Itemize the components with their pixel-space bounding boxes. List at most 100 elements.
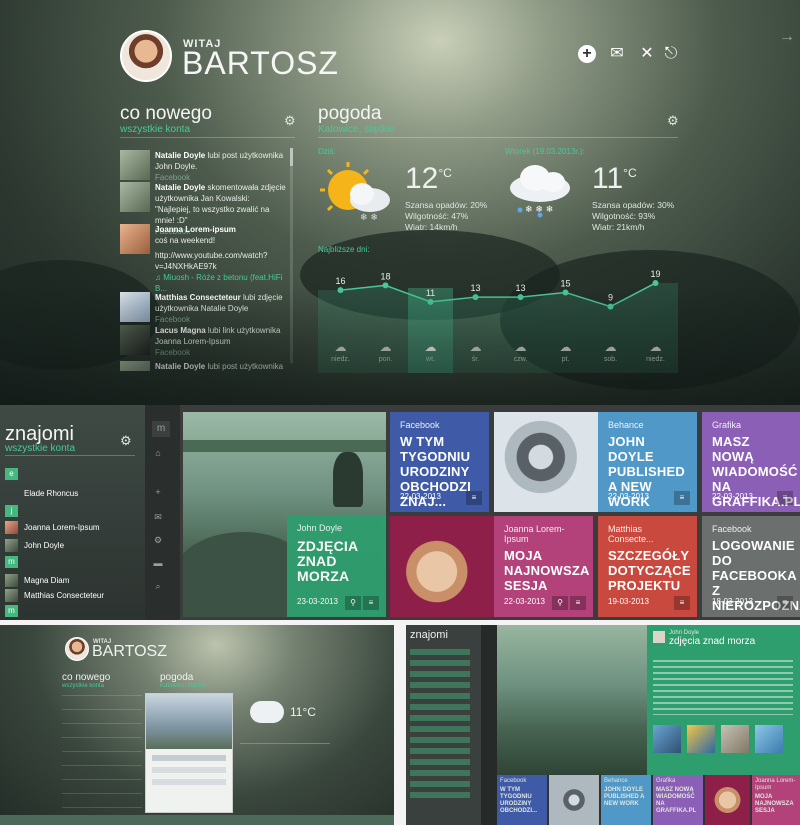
forecast-chart: 16 18 11 13 13 15 9 19 bbox=[318, 258, 678, 373]
preview-thumb[interactable] bbox=[687, 725, 715, 753]
tile-menu-icon[interactable]: ≡ bbox=[777, 596, 793, 610]
preview-popup-card[interactable] bbox=[145, 693, 233, 813]
preview-detail-title: zdjęcia znad morza bbox=[669, 636, 756, 647]
tile-menu-icon[interactable]: ≡ bbox=[363, 596, 379, 610]
today-unit: °C bbox=[438, 166, 452, 180]
forecast-point[interactable] bbox=[337, 287, 344, 294]
friend-name[interactable]: Elade Rhoncus bbox=[24, 489, 78, 498]
upcoming-label: Najbliższe dni: bbox=[318, 245, 370, 254]
settings-icon[interactable]: ⚙ bbox=[150, 535, 166, 546]
feed-item[interactable]: Natalie Doyle lubi post użytkownika John bbox=[120, 361, 286, 371]
mail-icon[interactable]: ✉ bbox=[605, 45, 629, 63]
forecast-point[interactable] bbox=[427, 298, 434, 305]
feed-author[interactable]: Natalie Doyle bbox=[155, 362, 205, 371]
day-label[interactable]: sob. bbox=[593, 356, 629, 363]
preview-tile[interactable]: Facebook W TYM TYGODNIU URODZINY OBCHODZI… bbox=[497, 775, 547, 825]
tile-menu-icon[interactable]: ≡ bbox=[570, 596, 586, 610]
tile-portrait-photo[interactable] bbox=[390, 516, 494, 617]
forecast-point[interactable] bbox=[607, 303, 614, 310]
trash-icon[interactable]: ▬ bbox=[150, 558, 166, 568]
preview-thumb[interactable] bbox=[653, 725, 681, 753]
tile-category: Facebook bbox=[712, 524, 752, 534]
tomorrow-temp: 11 bbox=[592, 162, 624, 195]
day-label[interactable]: niedz. bbox=[638, 356, 674, 363]
tile-date: 22-03-2013 bbox=[608, 492, 649, 501]
tile-facebook-login[interactable]: Facebook LOGOWANIE DO FACEBOOKA Z NIEROZ… bbox=[702, 516, 800, 617]
friend-letter: j bbox=[5, 505, 18, 517]
forecast-point[interactable] bbox=[652, 280, 659, 287]
forecast-point[interactable] bbox=[562, 289, 569, 296]
preview-thumb[interactable] bbox=[755, 725, 783, 753]
friend-name[interactable]: Magna Diam bbox=[24, 576, 69, 585]
attachment-icon[interactable]: ⚲ bbox=[552, 596, 568, 610]
user-avatar[interactable] bbox=[120, 30, 172, 82]
preview-tile-photo[interactable] bbox=[705, 775, 750, 825]
song-link[interactable]: Miuosh - Róże z betonu (feat.HiFi B... bbox=[155, 273, 282, 293]
youtube-link[interactable]: http://www.youtube.com/watch?v=J4NXHkAE9… bbox=[155, 251, 268, 271]
day-label[interactable]: pon. bbox=[368, 356, 404, 363]
logout-icon[interactable]: ⎋ bbox=[662, 45, 680, 63]
home-icon[interactable]: ⌂ bbox=[150, 448, 166, 458]
tile-menu-icon[interactable]: ≡ bbox=[674, 596, 690, 610]
tile-date: 18-03-2013 bbox=[712, 597, 753, 606]
tile-date: 22-03-2013 bbox=[400, 492, 441, 501]
tomorrow-wind: Wiatr: 21km/h bbox=[592, 222, 645, 232]
tile-headphones-photo[interactable] bbox=[494, 412, 598, 512]
attachment-icon[interactable]: ⚲ bbox=[345, 596, 361, 610]
add-icon[interactable]: + bbox=[150, 487, 166, 497]
tile-john-doyle[interactable]: John Doyle ZDJĘCIA ZNAD MORZA 23-03-2013… bbox=[287, 515, 386, 617]
friend-letter: m bbox=[5, 605, 18, 617]
tile-title: MOJA NAJNOWSZA SESJA bbox=[504, 548, 590, 593]
friends-settings-gear-icon[interactable]: ⚙ bbox=[120, 433, 132, 449]
friend-avatar bbox=[5, 574, 18, 587]
tile-menu-icon[interactable]: ≡ bbox=[777, 491, 793, 505]
friend-name[interactable]: Joanna Lorem-Ipsum bbox=[24, 523, 100, 532]
tile-menu-icon[interactable]: ≡ bbox=[466, 491, 482, 505]
preview-user-name: BARTOSZ bbox=[92, 643, 167, 660]
day-label[interactable]: śr. bbox=[458, 356, 494, 363]
user-name: BARTOSZ bbox=[182, 45, 339, 81]
feed-author[interactable]: Natalie Doyle bbox=[155, 151, 205, 160]
mail-icon[interactable]: ✉ bbox=[150, 512, 166, 523]
tile-grafika[interactable]: Grafika MASZ NOWĄ WIADOMOŚĆ NA GRAFFIKA.… bbox=[702, 412, 800, 512]
tile-menu-icon[interactable]: ≡ bbox=[674, 491, 690, 505]
tile-facebook[interactable]: Facebook W TYM TYGODNIU URODZINY OBCHODZ… bbox=[390, 412, 489, 512]
day-label[interactable]: czw. bbox=[503, 356, 539, 363]
sidebar-logo[interactable]: m bbox=[152, 421, 170, 437]
day-label[interactable]: wt. bbox=[413, 356, 449, 363]
add-icon[interactable]: + bbox=[578, 45, 596, 63]
feed-author[interactable]: Lacus Magna bbox=[155, 326, 206, 335]
weather-settings-gear-icon[interactable]: ⚙ bbox=[667, 113, 679, 129]
weather-location[interactable]: Katowice, śląskie bbox=[318, 124, 395, 135]
forecast-point[interactable] bbox=[382, 282, 389, 289]
feed-author[interactable]: Matthias Consecteteur bbox=[155, 293, 241, 302]
forecast-point[interactable] bbox=[517, 294, 524, 301]
forecast-point[interactable] bbox=[472, 294, 479, 301]
friends-subtitle[interactable]: wszystkie konta bbox=[5, 443, 75, 454]
day-cloud-icon: ☁ bbox=[379, 340, 392, 354]
preview-weather-location: Katowice, śląskie bbox=[160, 683, 207, 689]
tile-behance[interactable]: Behance JOHN DOYLE PUBLISHED A NEW WORK … bbox=[598, 412, 697, 512]
arrow-right-icon[interactable]: → bbox=[778, 28, 796, 46]
tile-joanna[interactable]: Joanna Lorem-Ipsum MOJA NAJNOWSZA SESJA … bbox=[494, 516, 593, 617]
preview-tile[interactable]: Grafika MASZ NOWĄ WIADOMOŚĆ NA GRAFFIKA.P… bbox=[653, 775, 703, 825]
day-label[interactable]: pt. bbox=[548, 356, 584, 363]
tile-matthias[interactable]: Matthias Consecte... SZCZEGÓŁY DOTYCZĄCE… bbox=[598, 516, 697, 617]
feed-author[interactable]: Natalie Doyle bbox=[155, 183, 205, 192]
forecast-selected-day[interactable] bbox=[408, 288, 453, 373]
day-label[interactable]: niedz. bbox=[323, 356, 359, 363]
preview-tile[interactable]: Behance JOHN DOYLE PUBLISHED A NEW WORK bbox=[601, 775, 651, 825]
preview-tile-photo[interactable] bbox=[549, 775, 599, 825]
feed-link[interactable]: http://www.youtube.com/watch?v=J4NXHkAE9… bbox=[155, 250, 286, 294]
tools-icon[interactable]: ✕ bbox=[638, 45, 656, 63]
feed-author[interactable]: Joanna Lorem-ipsum bbox=[155, 225, 236, 234]
news-settings-gear-icon[interactable]: ⚙ bbox=[284, 113, 296, 129]
news-subtitle[interactable]: wszystkie konta bbox=[120, 124, 190, 135]
preview-thumb[interactable] bbox=[721, 725, 749, 753]
preview-tile[interactable]: Joanna Lorem-Ipsum MOJA NAJNOWSZA SESJA bbox=[752, 775, 800, 825]
friend-name[interactable]: John Doyle bbox=[24, 541, 64, 550]
search-icon[interactable]: ⌕ bbox=[150, 581, 166, 592]
friend-name[interactable]: Matthias Consecteteur bbox=[24, 591, 104, 600]
news-scrollbar[interactable] bbox=[290, 148, 293, 363]
preview-author-avatar bbox=[653, 631, 665, 643]
